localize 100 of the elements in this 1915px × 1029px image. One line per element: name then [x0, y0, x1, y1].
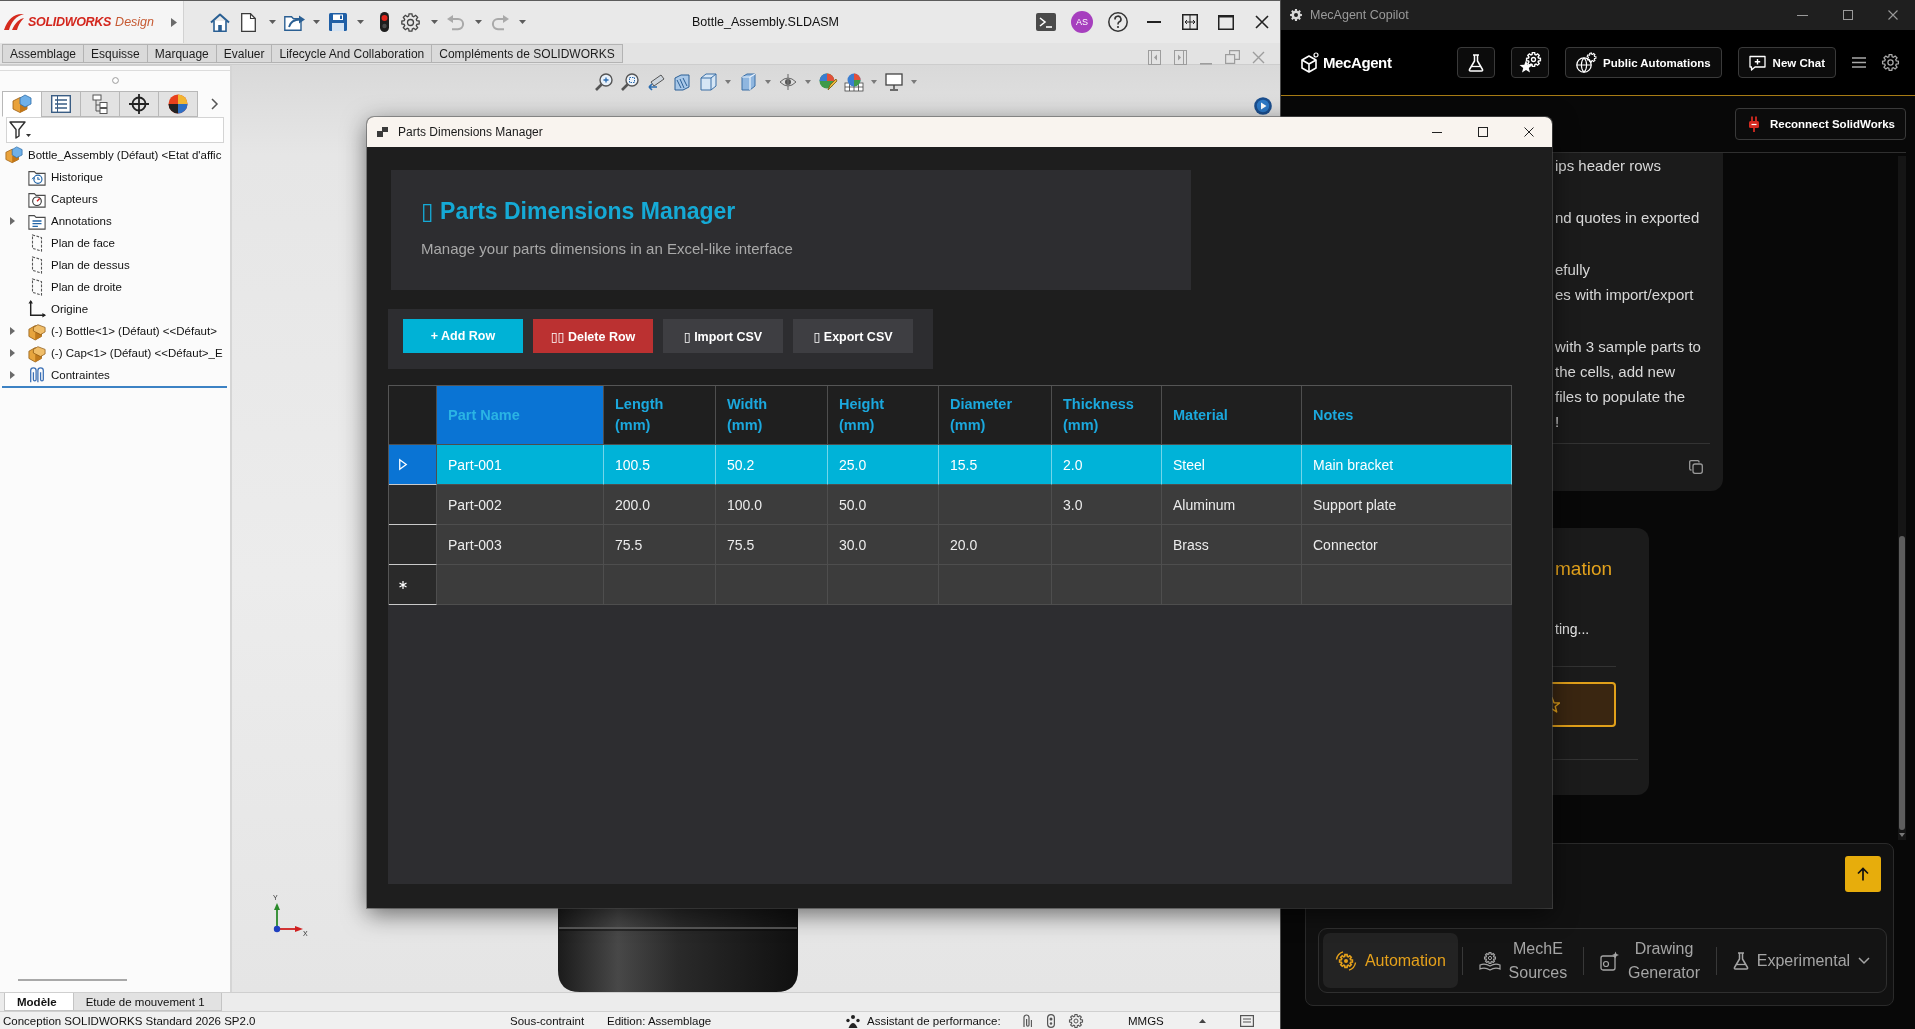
sphere-pencil-icon[interactable] [819, 73, 837, 91]
flask-button[interactable] [1457, 47, 1496, 78]
units-selector[interactable]: MMGS [1128, 1014, 1164, 1027]
row-header[interactable] [389, 525, 437, 565]
notes-icon[interactable] [1240, 1014, 1254, 1027]
cube-icon[interactable] [699, 73, 717, 91]
column-header[interactable]: Height (mm) [828, 386, 939, 445]
panel-tab[interactable] [119, 91, 159, 117]
column-header[interactable]: Length (mm) [604, 386, 716, 445]
mode-tab[interactable]: Experimental [1720, 933, 1883, 988]
panel-tab[interactable] [158, 91, 198, 117]
tree-item[interactable]: Bottle_Assembly (Défaut) <Etat d'affic [28, 149, 222, 161]
menu-icon[interactable] [1852, 57, 1866, 68]
tree-item[interactable]: (-) Bottle<1> (Défaut) <<Défaut> [51, 325, 217, 337]
bar-arrow-icon[interactable] [647, 73, 665, 91]
row-header[interactable] [389, 445, 437, 485]
gear-icon[interactable] [1068, 1013, 1083, 1028]
tree-item[interactable]: Origine [51, 303, 89, 315]
column-header[interactable]: Width (mm) [716, 386, 828, 445]
view-tab[interactable]: Modèle [4, 993, 74, 1011]
settings-icon[interactable] [400, 12, 420, 32]
caret-down-icon[interactable] [312, 20, 320, 24]
scrollbar[interactable] [1898, 156, 1906, 840]
caret-down-icon[interactable] [805, 80, 811, 84]
delete-row-button[interactable]: ▯▯ Delete Row [533, 319, 653, 353]
chevron-right-icon[interactable] [211, 98, 218, 110]
ribbon-tab[interactable]: Evaluer [215, 44, 273, 63]
tree-item[interactable]: Annotations [51, 215, 112, 227]
ribbon-tab[interactable]: Marquage [146, 44, 217, 63]
horizontal-scrollbar[interactable] [18, 979, 127, 981]
row-header[interactable] [389, 565, 437, 605]
expand-arrow-icon[interactable] [10, 349, 15, 357]
table-row[interactable]: Part-002 200.0 100.0 50.0 3.0 Aluminum Support plate [389, 485, 1512, 525]
caret-up-icon[interactable] [1198, 1018, 1206, 1023]
table-row[interactable]: Part-003 75.5 75.5 30.0 20.0 Brass Connector [389, 525, 1512, 565]
mode-tab[interactable]: Automation [1323, 933, 1458, 988]
scrollbar-thumb[interactable] [1899, 536, 1905, 830]
mode-tab[interactable]: Drawing Generator [1588, 933, 1712, 988]
caret-down-icon[interactable] [725, 80, 731, 84]
help-icon[interactable] [1108, 12, 1128, 32]
close-icon[interactable] [1255, 15, 1269, 29]
scroll-down-icon[interactable] [1899, 833, 1905, 837]
split-arrows-icon[interactable] [1182, 14, 1198, 30]
caret-down-icon[interactable] [871, 80, 877, 84]
reconnect-button[interactable]: Reconnect SolidWorks [1734, 108, 1906, 140]
caret-right-icon[interactable] [171, 17, 177, 27]
traffic-light-icon[interactable] [1047, 1013, 1055, 1028]
tree-item[interactable]: Contraintes [51, 369, 110, 381]
star-gear-button[interactable] [1511, 47, 1550, 78]
column-header[interactable]: Notes [1302, 386, 1512, 445]
caret-down-icon[interactable] [430, 20, 438, 24]
caret-down-icon[interactable] [474, 20, 482, 24]
terminal-icon[interactable] [1036, 13, 1056, 31]
eye-icon[interactable] [779, 73, 797, 91]
caret-down-icon[interactable] [518, 20, 526, 24]
close-icon[interactable] [1887, 10, 1898, 20]
caret-down-icon[interactable] [911, 80, 917, 84]
ribbon-tab[interactable]: Compléments de SOLIDWORKS [431, 44, 623, 63]
tree-item[interactable]: Plan de droite [51, 281, 122, 293]
mode-tab[interactable]: MechE Sources [1466, 933, 1580, 988]
caret-down-icon[interactable] [765, 80, 771, 84]
maximize-icon[interactable] [1478, 127, 1488, 137]
tree-item[interactable]: Historique [51, 171, 103, 183]
caret-down-icon[interactable] [356, 20, 364, 24]
close-icon[interactable] [1524, 127, 1534, 137]
export-csv-button[interactable]: ▯ Export CSV [793, 319, 913, 353]
new-chat-button[interactable]: New Chat [1737, 47, 1836, 78]
copy-icon[interactable] [1689, 460, 1703, 474]
monitor-icon[interactable] [885, 73, 903, 91]
import-csv-button[interactable]: ▯ Import CSV [663, 319, 783, 353]
caret-down-icon[interactable] [268, 20, 276, 24]
ribbon-tab[interactable]: Assemblage [2, 44, 85, 63]
column-header[interactable]: Material [1162, 386, 1302, 445]
people-icon[interactable] [846, 1013, 860, 1028]
save-icon[interactable] [329, 13, 347, 31]
panel-tab[interactable] [80, 91, 120, 117]
row-header[interactable] [389, 485, 437, 525]
settings-icon[interactable] [1882, 54, 1899, 71]
zoom-area-icon[interactable] [621, 73, 639, 91]
tree-item[interactable]: Plan de face [51, 237, 115, 249]
star-button[interactable] [1552, 682, 1616, 727]
expand-arrow-icon[interactable] [10, 371, 15, 379]
column-header[interactable]: Thickness (mm) [1052, 386, 1162, 445]
traffic-light-icon[interactable] [379, 12, 389, 32]
open-folder-icon[interactable] [283, 13, 305, 31]
tree-item[interactable]: Plan de dessus [51, 259, 130, 271]
striped-box-icon[interactable] [673, 73, 691, 91]
status-text[interactable]: Assistant de performance: [867, 1014, 1001, 1027]
tree-item[interactable]: Capteurs [51, 193, 98, 205]
play-icon[interactable] [1254, 97, 1272, 115]
expand-arrow-icon[interactable] [10, 217, 15, 225]
grip-icon[interactable] [111, 77, 119, 84]
tree-item[interactable]: (-) Cap<1> (Défaut) <<Défaut>_E [51, 347, 223, 359]
paperclip-icon[interactable] [1022, 1013, 1032, 1028]
maximize-icon[interactable] [1842, 10, 1853, 20]
zoom-in-icon[interactable] [595, 73, 613, 91]
minimize-icon[interactable] [1797, 14, 1808, 16]
panel-tab[interactable] [41, 91, 81, 117]
sphere-floor-icon[interactable] [845, 73, 863, 91]
minimize-icon[interactable] [1432, 131, 1442, 133]
